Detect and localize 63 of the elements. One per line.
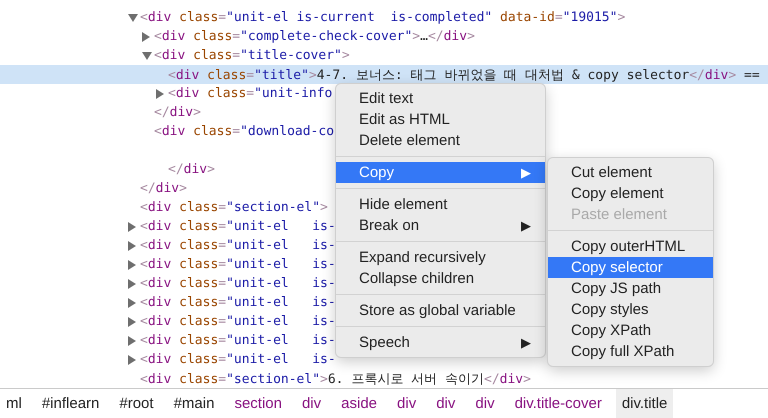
collapsed-triangle-icon[interactable] bbox=[128, 336, 136, 346]
collapsed-triangle-icon[interactable] bbox=[128, 316, 136, 326]
menu-item[interactable]: Copy selector bbox=[548, 257, 713, 278]
html-code-line: <div class="unit-el is- bbox=[140, 257, 336, 272]
menu-item[interactable]: Edit as HTML bbox=[336, 109, 545, 130]
menu-item[interactable]: Hide element bbox=[336, 194, 545, 215]
menu-item[interactable]: Cut element bbox=[548, 162, 713, 183]
menu-item[interactable]: Copy ▶ bbox=[336, 162, 545, 183]
menu-item[interactable]: Store as global variable bbox=[336, 300, 545, 321]
html-code-line: <div class="unit-el is- bbox=[140, 333, 336, 348]
collapsed-triangle-icon[interactable] bbox=[156, 88, 164, 98]
breadcrumb-item[interactable]: #root bbox=[113, 389, 160, 418]
menu-item[interactable]: Copy XPath bbox=[548, 320, 713, 341]
menu-item[interactable]: Edit text bbox=[336, 88, 545, 109]
html-code-line: <div class="complete-check-cover">…</div> bbox=[154, 29, 475, 44]
breadcrumb-item[interactable]: div.title bbox=[616, 389, 674, 418]
html-code-line: <div class="unit-el is- bbox=[140, 219, 336, 234]
menu-item[interactable]: Collapse children bbox=[336, 268, 545, 289]
collapsed-triangle-icon[interactable] bbox=[142, 32, 150, 42]
breadcrumb-item[interactable]: ml bbox=[0, 389, 28, 418]
menu-item[interactable]: Copy outerHTML bbox=[548, 236, 713, 257]
menu-item[interactable]: Copy element bbox=[548, 183, 713, 204]
html-code-line: <div class="section-el">6. 프록시로 서버 속이기</div> bbox=[140, 370, 531, 388]
html-code-line: <div class="section-el"> bbox=[140, 200, 328, 215]
html-code-line: <div class="download-co bbox=[154, 124, 334, 139]
menu-item: Paste element bbox=[570, 205, 668, 225]
menu-item[interactable]: Break on ▶ bbox=[336, 215, 545, 236]
html-code-line: <div class="unit-el is- bbox=[140, 295, 336, 310]
collapsed-triangle-icon[interactable] bbox=[128, 260, 136, 270]
breadcrumb-item[interactable]: #main bbox=[168, 389, 220, 418]
html-code-line: <div class="unit-el is- bbox=[140, 314, 336, 329]
html-code-line: <div class="unit-info bbox=[168, 86, 332, 101]
breadcrumb-item[interactable]: div bbox=[430, 389, 462, 418]
expanded-triangle-icon[interactable] bbox=[142, 52, 152, 60]
expanded-triangle-icon[interactable] bbox=[128, 14, 138, 22]
collapsed-triangle-icon[interactable] bbox=[128, 240, 136, 250]
collapsed-triangle-icon[interactable] bbox=[128, 222, 136, 232]
html-code-line: <div class="unit-el is-current is-completed" data-id="19015"> bbox=[140, 10, 626, 25]
html-code-line: <div class="title-cover"> bbox=[154, 48, 350, 63]
html-code-line: <div class="unit-el is- bbox=[140, 238, 336, 253]
html-code-line: <div class="title">4-7. 보너스: 태그 바뀌었을 때 대처법 & copy selector</div> == bbox=[168, 66, 760, 84]
breadcrumb-item[interactable]: div bbox=[296, 389, 328, 418]
html-code-line: <div class="unit-el is- bbox=[140, 352, 336, 367]
breadcrumb-item[interactable]: section bbox=[228, 389, 288, 418]
breadcrumb-item[interactable]: aside bbox=[335, 389, 384, 418]
menu-item[interactable]: Copy JS path bbox=[548, 278, 713, 299]
menu-item[interactable]: Delete element bbox=[336, 130, 545, 151]
collapsed-triangle-icon[interactable] bbox=[128, 298, 136, 308]
breadcrumb-item[interactable]: div bbox=[469, 389, 501, 418]
menu-item[interactable]: Expand recursively bbox=[336, 247, 545, 268]
breadcrumb-item[interactable]: div bbox=[391, 389, 422, 418]
breadcrumb-item[interactable]: div.title-cover bbox=[508, 389, 608, 418]
selected-row[interactable]: <div class="title">4-7. 보너스: 태그 바뀌었을 때 대처법 & copy selector</div> == bbox=[0, 65, 768, 84]
html-code-line: </div> bbox=[154, 105, 201, 120]
html-code-line: </div> bbox=[140, 181, 187, 196]
html-code-line: </div> bbox=[168, 162, 215, 177]
collapsed-triangle-icon[interactable] bbox=[128, 278, 136, 288]
menu-item[interactable]: Copy styles bbox=[548, 299, 713, 320]
menu-item[interactable]: Copy full XPath bbox=[548, 341, 713, 362]
collapsed-triangle-icon[interactable] bbox=[128, 354, 136, 364]
html-code-line: <div class="unit-el is- bbox=[140, 276, 336, 291]
menu-item[interactable]: Speech ▶ bbox=[336, 332, 545, 353]
breadcrumb-item[interactable]: #inflearn bbox=[36, 389, 106, 418]
